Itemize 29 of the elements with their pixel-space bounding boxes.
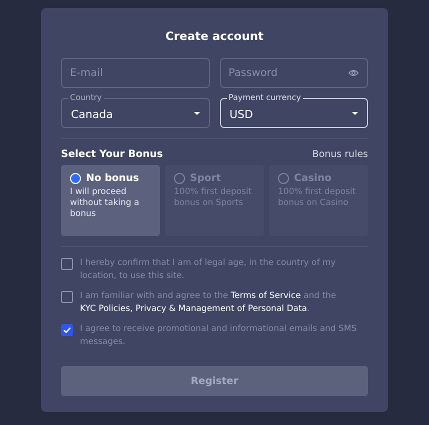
input-field[interactable]: E-mail [61, 58, 210, 88]
option-title: Sport [190, 173, 221, 184]
checkbox[interactable] [61, 291, 73, 303]
eye-icon[interactable] [348, 69, 359, 77]
field-label: Country [68, 93, 104, 103]
section-heading: Select Your Bonus [61, 149, 163, 160]
radio-button[interactable] [174, 173, 185, 184]
consent-text: I am familiar with and agree to the Terms of Service and the KYC Policies, Privacy & Management of Personal Data. [80, 290, 338, 316]
caret-icon [352, 112, 358, 114]
option-description: 100% first deposit bonus on Sports [174, 187, 253, 209]
checkbox[interactable] [61, 258, 73, 270]
consent-text: I agree to receive promotional and informational emails and SMS messages. [80, 323, 358, 349]
checkbox[interactable] [61, 324, 73, 336]
option-title: Casino [294, 173, 332, 184]
dialog-title: Create account [164, 29, 265, 43]
option-title: No bonus [86, 173, 139, 184]
select-value: USD [230, 108, 254, 120]
consent-text: I hereby confirm that I am of legal age, in the country of my location, to use this site. [80, 257, 337, 283]
radio-button[interactable] [278, 173, 289, 184]
option-description: 100% first deposit bonus on Casino [278, 187, 357, 209]
policy-link[interactable]: Terms of Service [230, 291, 301, 301]
field-label: Payment currency [226, 93, 303, 103]
input-field[interactable]: Password [220, 58, 368, 88]
caret-icon [194, 112, 200, 114]
policy-link[interactable]: KYC Policies, Privacy & Management of Personal Data [80, 304, 308, 314]
option-description: I will proceed without taking a bonus [70, 187, 140, 220]
select-value: Canada [71, 108, 114, 120]
bonus-option-card[interactable]: No bonus I will proceed without taking a bonus [61, 165, 160, 236]
bonus-rules-link[interactable]: Bonus rules [312, 149, 368, 160]
